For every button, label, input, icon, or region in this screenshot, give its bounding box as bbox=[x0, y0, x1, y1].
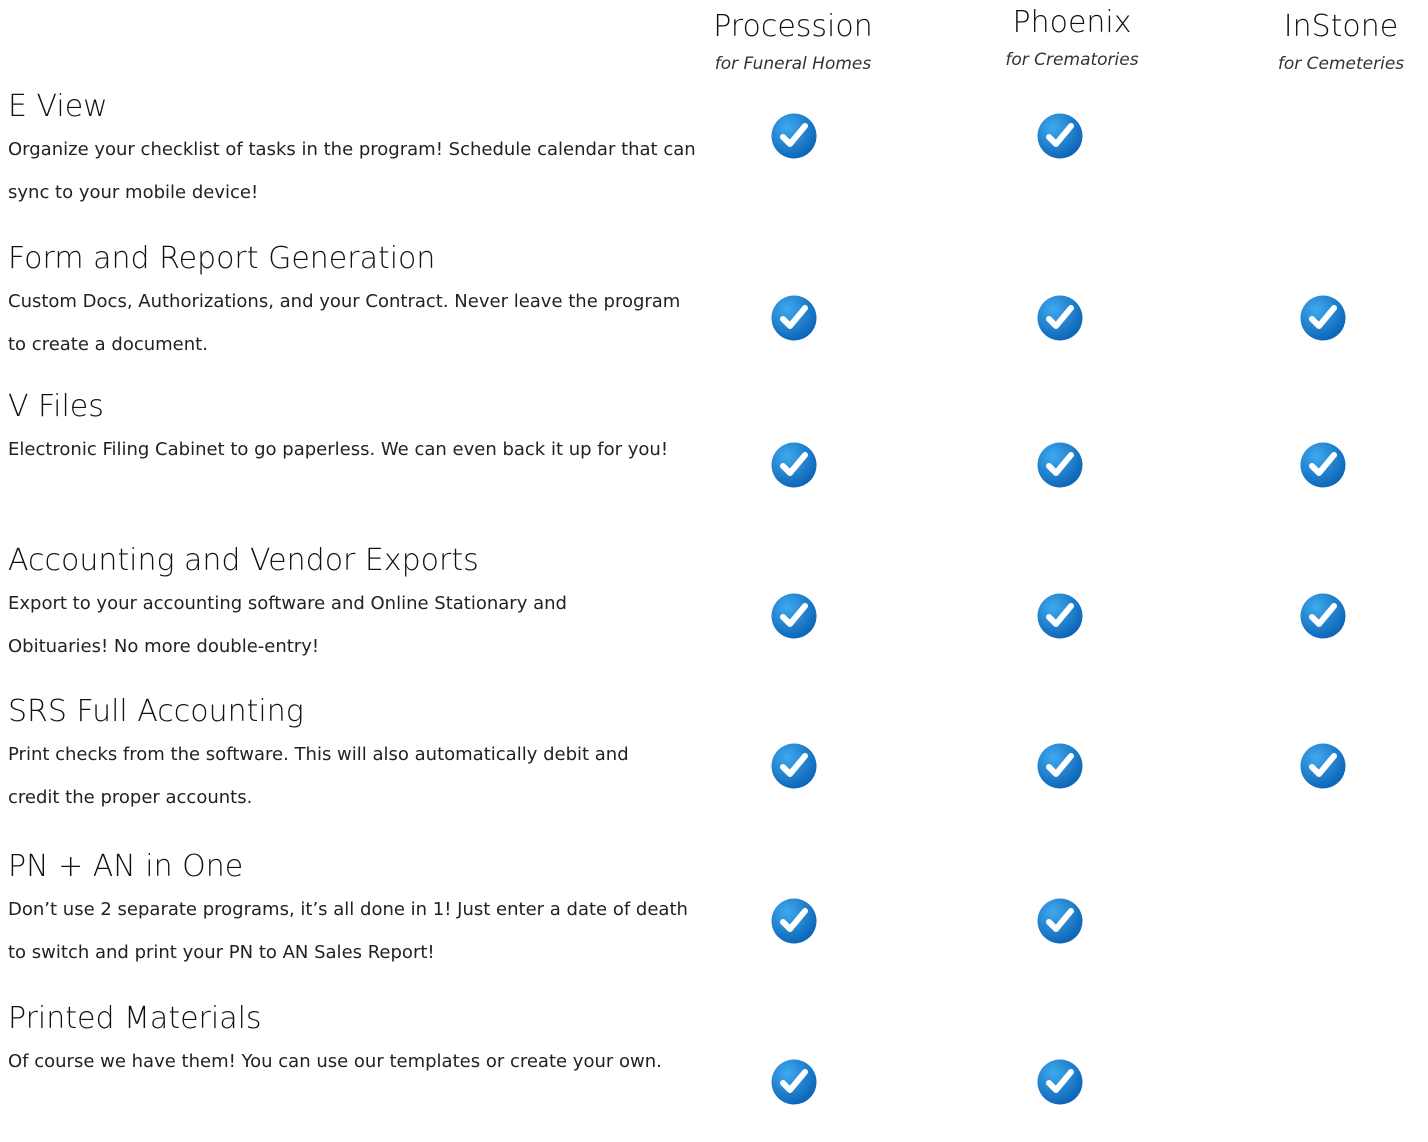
column-header-phoenix: Phoenix for Crematories bbox=[952, 5, 1192, 71]
check-circle-icon bbox=[770, 112, 818, 160]
column-header-instone: InStone for Cemeteries bbox=[1221, 9, 1428, 75]
feature-description: Export to your accounting software and O… bbox=[8, 593, 567, 657]
check-circle-icon bbox=[1036, 1058, 1084, 1106]
column-subtitle: for Crematories bbox=[1005, 50, 1139, 70]
feature-description: Print checks from the software. This wil… bbox=[8, 744, 629, 808]
feature-title: SRS Full Accounting bbox=[8, 694, 304, 729]
feature-printed-materials: Printed Materials Of course we have them… bbox=[8, 1002, 678, 1083]
feature-srs-full-accounting: SRS Full Accounting Print checks from th… bbox=[8, 695, 678, 819]
check-circle-icon bbox=[770, 897, 818, 945]
column-name: InStone bbox=[1283, 9, 1399, 44]
check-circle-icon bbox=[1036, 112, 1084, 160]
feature-title: Printed Materials bbox=[8, 1001, 262, 1036]
check-circle-icon bbox=[1299, 592, 1347, 640]
check-circle-icon bbox=[1299, 742, 1347, 790]
check-circle-icon bbox=[770, 441, 818, 489]
check-circle-icon bbox=[1036, 441, 1084, 489]
feature-v-files: V Files Electronic Filing Cabinet to go … bbox=[8, 390, 698, 471]
check-circle-icon bbox=[770, 742, 818, 790]
column-subtitle: for Cemeteries bbox=[1277, 54, 1405, 74]
feature-description: Of course we have them! You can use our … bbox=[8, 1051, 662, 1072]
feature-title: Form and Report Generation bbox=[8, 241, 436, 276]
column-subtitle: for Funeral Homes bbox=[714, 54, 872, 74]
check-circle-icon bbox=[1036, 897, 1084, 945]
check-circle-icon bbox=[1036, 592, 1084, 640]
feature-description: Custom Docs, Authorizations, and your Co… bbox=[8, 291, 681, 355]
feature-title: V Files bbox=[8, 389, 104, 424]
feature-title: E View bbox=[8, 89, 108, 124]
check-circle-icon bbox=[1299, 294, 1347, 342]
feature-description: Don’t use 2 separate programs, it’s all … bbox=[8, 899, 688, 963]
check-circle-icon bbox=[1036, 742, 1084, 790]
feature-pn-an-in-one: PN + AN in One Don’t use 2 separate prog… bbox=[8, 850, 698, 974]
feature-description: Organize your checklist of tasks in the … bbox=[8, 139, 696, 203]
column-header-procession: Procession for Funeral Homes bbox=[673, 9, 913, 75]
feature-e-view: E View Organize your checklist of tasks … bbox=[8, 90, 708, 214]
check-circle-icon bbox=[770, 294, 818, 342]
feature-title: PN + AN in One bbox=[8, 849, 244, 884]
check-circle-icon bbox=[1036, 294, 1084, 342]
column-name: Procession bbox=[713, 9, 873, 44]
feature-form-report: Form and Report Generation Custom Docs, … bbox=[8, 242, 698, 366]
check-circle-icon bbox=[770, 1058, 818, 1106]
feature-description: Electronic Filing Cabinet to go paperles… bbox=[8, 439, 669, 460]
check-circle-icon bbox=[1299, 441, 1347, 489]
column-name: Phoenix bbox=[1012, 5, 1132, 40]
check-circle-icon bbox=[770, 592, 818, 640]
feature-accounting-exports: Accounting and Vendor Exports Export to … bbox=[8, 544, 668, 668]
feature-title: Accounting and Vendor Exports bbox=[8, 543, 479, 578]
